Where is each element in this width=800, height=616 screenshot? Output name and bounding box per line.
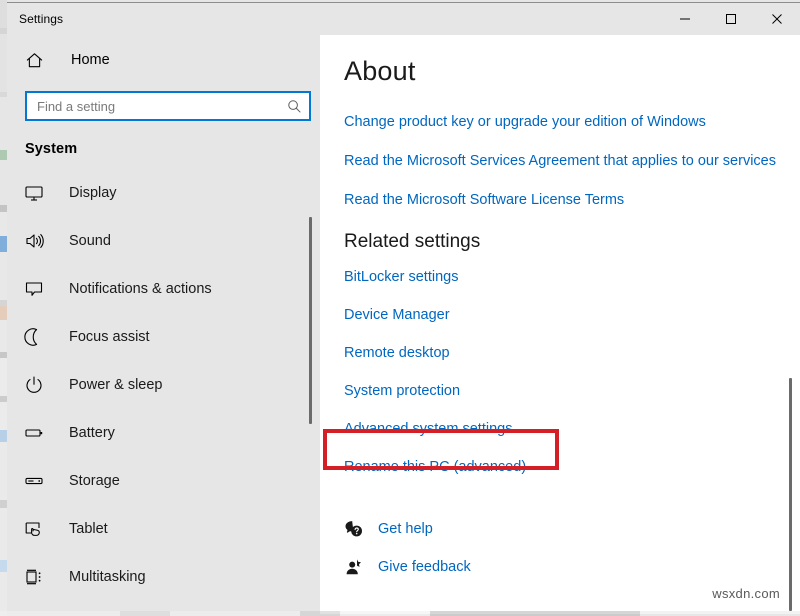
- sidebar-scrollbar-thumb[interactable]: [309, 217, 312, 424]
- sidebar-item-label: Display: [69, 185, 117, 201]
- related-settings-heading: Related settings: [344, 231, 800, 253]
- speaker-icon: [24, 231, 52, 251]
- sidebar-item-notifications-actions[interactable]: Notifications & actions: [7, 265, 320, 313]
- moon-icon: [24, 327, 52, 347]
- sidebar-item-display[interactable]: Display: [7, 169, 320, 217]
- top-links-group: Change product key or upgrade your editi…: [344, 114, 800, 208]
- search-button[interactable]: [279, 93, 309, 119]
- power-icon: [24, 375, 52, 395]
- sidebar-item-label: Multitasking: [69, 569, 146, 585]
- monitor-icon: [24, 183, 52, 203]
- sidebar-item-focus-assist[interactable]: Focus assist: [7, 313, 320, 361]
- settings-window: Settings: [7, 2, 800, 614]
- sidebar-item-label: Power & sleep: [69, 377, 163, 393]
- sidebar-item-power-sleep[interactable]: Power & sleep: [7, 361, 320, 409]
- minimize-icon: [679, 13, 691, 25]
- sidebar-section-title: System: [7, 121, 320, 157]
- close-icon: [771, 13, 783, 25]
- search-box[interactable]: [25, 91, 311, 121]
- link-remote-desktop[interactable]: Remote desktop: [344, 345, 800, 361]
- get-help-row[interactable]: Get help: [344, 514, 800, 544]
- home-icon: [25, 51, 51, 70]
- help-links-group: Get help Give feedback: [344, 514, 800, 582]
- get-help-label: Get help: [378, 521, 433, 537]
- multitasking-icon: [24, 567, 52, 587]
- window-body: Home System: [7, 35, 800, 614]
- sidebar-item-label: Storage: [69, 473, 120, 489]
- content-scrollbar[interactable]: [785, 35, 797, 614]
- sidebar-item-label: Notifications & actions: [69, 281, 212, 297]
- sidebar-home-label: Home: [71, 52, 110, 68]
- link-microsoft-software-license-terms[interactable]: Read the Microsoft Software License Term…: [344, 192, 800, 208]
- navigation-sidebar: Home System: [7, 35, 320, 614]
- sidebar-item-label: Sound: [69, 233, 111, 249]
- link-system-protection[interactable]: System protection: [344, 383, 800, 399]
- content-scrollbar-thumb[interactable]: [789, 378, 792, 611]
- minimize-button[interactable]: [662, 3, 708, 35]
- watermark: wsxdn.com: [712, 586, 780, 601]
- sidebar-nav-list: Display Sound: [7, 169, 320, 601]
- sidebar-item-home[interactable]: Home: [7, 43, 320, 77]
- sidebar-item-multitasking[interactable]: Multitasking: [7, 553, 320, 601]
- sidebar-item-storage[interactable]: Storage: [7, 457, 320, 505]
- link-rename-this-pc[interactable]: Rename this PC (advanced): [344, 459, 800, 475]
- link-bitlocker-settings[interactable]: BitLocker settings: [344, 269, 800, 285]
- link-change-product-key[interactable]: Change product key or upgrade your editi…: [344, 114, 800, 130]
- search-input[interactable]: [27, 93, 279, 119]
- feedback-person-icon: [344, 557, 374, 577]
- sidebar-item-label: Focus assist: [69, 329, 150, 345]
- battery-icon: [24, 423, 52, 443]
- maximize-icon: [725, 13, 737, 25]
- page-title: About: [344, 35, 800, 87]
- sidebar-item-label: Battery: [69, 425, 115, 441]
- main-content: About Change product key or upgrade your…: [320, 35, 800, 614]
- sidebar-item-tablet[interactable]: Tablet: [7, 505, 320, 553]
- sidebar-scrollbar[interactable]: [306, 35, 316, 614]
- link-device-manager[interactable]: Device Manager: [344, 307, 800, 323]
- give-feedback-row[interactable]: Give feedback: [344, 552, 800, 582]
- give-feedback-label: Give feedback: [378, 559, 471, 575]
- related-links-group: BitLocker settings Device Manager Remote…: [344, 269, 800, 475]
- desktop-background-edge: [0, 0, 7, 616]
- link-microsoft-services-agreement[interactable]: Read the Microsoft Services Agreement th…: [344, 153, 800, 169]
- help-chat-icon: [344, 519, 374, 539]
- sidebar-item-label: Tablet: [69, 521, 108, 537]
- sidebar-item-sound[interactable]: Sound: [7, 217, 320, 265]
- close-button[interactable]: [754, 3, 800, 35]
- storage-icon: [24, 471, 52, 491]
- window-title: Settings: [7, 3, 662, 35]
- sidebar-item-battery[interactable]: Battery: [7, 409, 320, 457]
- title-bar: Settings: [7, 3, 800, 35]
- tablet-icon: [24, 519, 52, 539]
- link-advanced-system-settings[interactable]: Advanced system settings: [344, 421, 800, 437]
- notification-icon: [24, 279, 52, 299]
- maximize-button[interactable]: [708, 3, 754, 35]
- search-icon: [287, 99, 302, 114]
